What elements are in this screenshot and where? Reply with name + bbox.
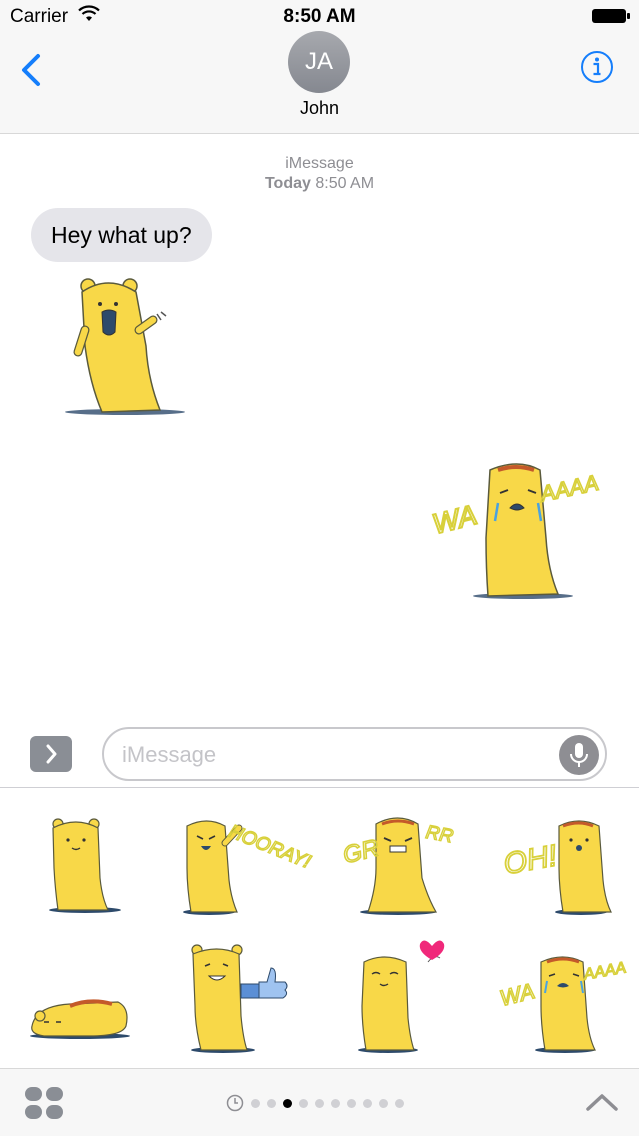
time-label: 8:50 AM <box>315 175 375 192</box>
message-meta: iMessage Today 8:50 AM <box>0 154 639 194</box>
sticker-drawer: HOORAY! GR RR OH! WA AAAA <box>0 787 639 1068</box>
app-grid-icon[interactable] <box>24 1086 64 1120</box>
timestamp: Today 8:50 AM <box>0 174 639 194</box>
dictation-button[interactable] <box>559 735 599 775</box>
svg-text:HOORAY!: HOORAY! <box>226 821 314 873</box>
drawer-sticker-thumbs-up[interactable] <box>159 926 318 1061</box>
page-dot[interactable] <box>347 1098 356 1108</box>
recents-clock-icon[interactable] <box>226 1094 244 1112</box>
drawer-sticker-hooray[interactable]: HOORAY! <box>159 788 318 923</box>
app-drawer-bar <box>0 1068 639 1136</box>
incoming-message-bubble[interactable]: Hey what up? <box>31 208 212 262</box>
clock: 8:50 AM <box>283 6 356 27</box>
svg-text:WA: WA <box>429 499 480 540</box>
page-indicator[interactable] <box>226 1094 404 1112</box>
page-dot[interactable] <box>379 1098 388 1108</box>
status-bar: Carrier 8:50 AM <box>0 0 639 34</box>
page-dot[interactable] <box>251 1098 260 1108</box>
service-label: iMessage <box>285 155 354 172</box>
drawer-sticker-standing[interactable] <box>0 788 159 923</box>
svg-text:WA: WA <box>497 978 537 1011</box>
svg-text:OH!: OH! <box>501 839 560 881</box>
drawer-sticker-crying[interactable]: WA AAAA <box>477 926 636 1061</box>
drawer-sticker-grr[interactable]: GR RR <box>318 788 477 923</box>
svg-text:AAAA: AAAA <box>581 959 627 983</box>
drawer-sticker-love[interactable] <box>318 926 477 1061</box>
sticker-waving-bear[interactable] <box>60 272 195 420</box>
svg-text:RR: RR <box>424 822 455 847</box>
chevron-right-icon <box>46 744 57 764</box>
page-dot[interactable] <box>299 1098 308 1108</box>
sticker-crying-bear[interactable]: WA AAAA <box>428 458 618 603</box>
compose-row: iMessage <box>0 720 639 788</box>
message-input[interactable]: iMessage <box>102 727 607 781</box>
drawer-sticker-oh[interactable]: OH! <box>477 788 636 923</box>
drawer-sticker-lying[interactable] <box>0 926 159 1061</box>
page-dot[interactable] <box>395 1098 404 1108</box>
svg-text:AAAA: AAAA <box>536 470 601 507</box>
info-icon[interactable] <box>580 50 614 84</box>
page-dot[interactable] <box>267 1098 276 1108</box>
back-chevron-icon[interactable] <box>16 52 46 88</box>
conversation-header: JA John <box>0 31 639 134</box>
avatar[interactable]: JA <box>288 31 350 93</box>
battery-icon <box>592 9 630 23</box>
page-dot[interactable] <box>331 1098 340 1108</box>
apps-expand-button[interactable] <box>30 736 72 772</box>
date-label: Today <box>264 175 311 192</box>
contact-name[interactable]: John <box>0 98 639 119</box>
message-input-placeholder: iMessage <box>122 742 217 767</box>
page-dot[interactable] <box>315 1098 324 1108</box>
microphone-icon <box>570 743 588 767</box>
page-dot[interactable] <box>363 1098 372 1108</box>
page-dot-active[interactable] <box>283 1098 292 1108</box>
chevron-up-icon[interactable] <box>585 1091 619 1113</box>
